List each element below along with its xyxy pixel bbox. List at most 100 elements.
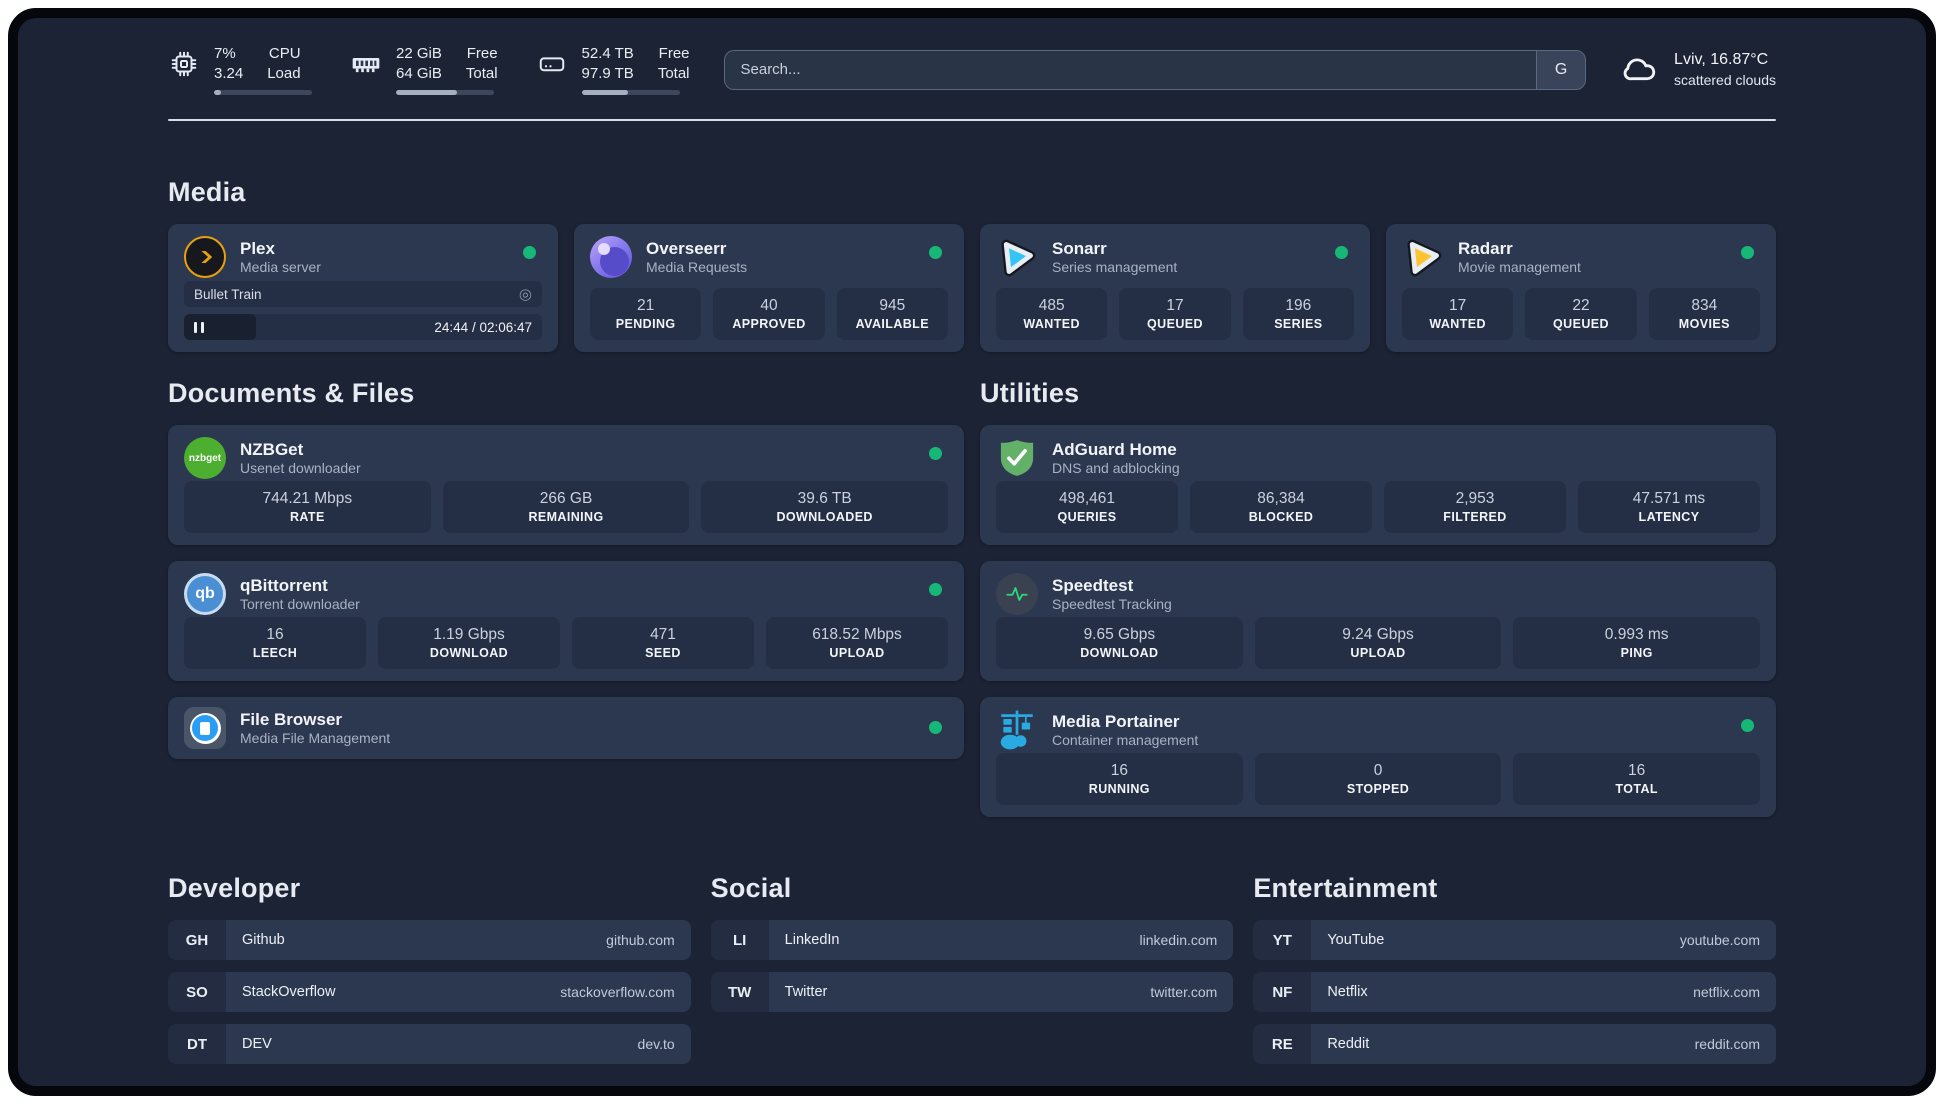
stat-label: DOWNLOAD [429,646,509,660]
link-tag: RE [1253,1024,1312,1064]
app-card-filebrowser[interactable]: File Browser Media File Management [168,697,964,759]
stat-value: 16 [266,626,284,643]
app-desc: Movie management [1458,258,1581,275]
link-row-reddit[interactable]: RE Reddit reddit.com [1253,1024,1776,1064]
app-card-portainer[interactable]: Media Portainer Container management 16 … [980,697,1776,817]
link-url: linkedin.com [1139,932,1218,948]
stat-tile: 86,384 BLOCKED [1190,481,1372,533]
stat-tile: 22 QUEUED [1525,288,1637,340]
link-name: DEV [242,1036,272,1052]
app-card-nzbget[interactable]: nzbget NZBGet Usenet downloader 744.21 M… [168,425,964,545]
stat-value: 47.571 ms [1632,490,1706,507]
nzbget-icon-text: nzbget [188,452,222,464]
app-card-speedtest[interactable]: Speedtest Speedtest Tracking 9.65 Gbps D… [980,561,1776,681]
target-icon[interactable]: ◎ [519,287,532,302]
stat-value: 196 [1285,297,1312,314]
ram-total: 64 GiB [396,64,442,82]
link-row-youtube[interactable]: YT YouTube youtube.com [1253,920,1776,960]
stat-value: 945 [879,297,906,314]
stat-label: PENDING [615,317,676,331]
developer-links-section: Developer GH Github github.com SO StackO… [168,817,691,1076]
link-row-stackoverflow[interactable]: SO StackOverflow stackoverflow.com [168,972,691,1012]
status-dot [929,721,942,734]
stat-value: 498,461 [1058,490,1116,507]
stat-label: QUEUED [1553,317,1609,331]
app-card-sonarr[interactable]: Sonarr Series management 485 WANTED 17 Q… [980,224,1370,352]
top-bar: 7% 3.24 CPU Load 22 GiB 64 GiB Free Tota… [18,18,1926,95]
app-desc: Media File Management [240,729,391,746]
link-name: LinkedIn [784,932,840,948]
section-title-utilities: Utilities [980,378,1080,408]
app-card-qbittorrent[interactable]: qb qBittorrent Torrent downloader 16 LEE… [168,561,964,681]
portainer-icon [996,709,1038,751]
link-tag: NF [1253,972,1312,1012]
disk-total-label: Total [657,64,690,82]
stat-tile: 1.19 Gbps DOWNLOAD [378,617,560,669]
link-url: netflix.com [1693,984,1760,1000]
stat-tile: 498,461 QUERIES [996,481,1178,533]
stat-value: 16 [1628,762,1646,779]
search-engine-button[interactable]: G [1536,49,1587,90]
stat-label: RUNNING [1088,782,1150,796]
section-title-documents: Documents & Files [168,378,415,408]
link-name: StackOverflow [242,984,336,1000]
stat-tile: 17 QUEUED [1119,288,1231,340]
app-name: Overseerr [646,238,727,258]
stat-tile: 39.6 TB DOWNLOADED [701,481,949,533]
app-card-radarr[interactable]: Radarr Movie management 17 WANTED 22 QUE… [1386,224,1776,352]
link-row-netflix[interactable]: NF Netflix netflix.com [1253,972,1776,1012]
stat-value: 471 [650,626,676,643]
app-card-adguard[interactable]: AdGuard Home DNS and adblocking 498,461 … [980,425,1776,545]
stat-tile: 945 AVAILABLE [836,288,948,340]
link-row-linkedin[interactable]: LI LinkedIn linkedin.com [710,920,1234,960]
stat-value: 40 [760,297,778,314]
stat-value: 16 [1110,762,1128,779]
stat-label: AVAILABLE [855,317,929,331]
stat-tile: 16 LEECH [184,617,366,669]
link-row-github[interactable]: GH Github github.com [168,920,691,960]
stat-tile: 485 WANTED [996,288,1108,340]
cpu-percent: 7% [214,45,236,62]
stat-value: 17 [1449,297,1467,314]
status-dot [1741,719,1754,732]
stat-label: BLOCKED [1248,510,1314,524]
stat-tile: 16 RUNNING [996,753,1243,805]
app-name: Radarr [1458,238,1513,258]
link-row-dev[interactable]: DT DEV dev.to [168,1024,691,1064]
link-url: dev.to [637,1036,675,1052]
stat-value: 22 [1572,297,1590,314]
stat-label: FILTERED [1443,510,1507,524]
app-card-overseerr[interactable]: Overseerr Media Requests 21 PENDING 40 A… [574,224,964,352]
stat-tile: 47.571 ms LATENCY [1578,481,1760,533]
stat-tile: 0.993 ms PING [1513,617,1761,669]
stat-value: 21 [637,297,655,314]
search-input[interactable] [723,49,1537,90]
app-desc: Container management [1052,731,1199,748]
stat-tile: 21 PENDING [590,288,702,340]
stat-label: UPLOAD [829,646,885,660]
stat-tile: 9.24 Gbps UPLOAD [1254,617,1502,669]
disk-stat: 52.4 TB 97.9 TB Free Total [536,44,690,95]
link-tag: GH [168,920,226,960]
pause-button[interactable] [194,321,204,333]
app-card-plex[interactable]: Plex Media server Bullet Train ◎ 24:44 /… [168,224,558,352]
app-name: qBittorrent [240,575,328,595]
stat-label: MOVIES [1678,317,1730,331]
stat-tile: 17 WANTED [1402,288,1514,340]
status-dot [929,583,942,596]
stat-value: 485 [1038,297,1065,314]
link-row-twitter[interactable]: TW Twitter twitter.com [710,972,1234,1012]
app-desc: Speedtest Tracking [1052,595,1172,612]
status-dot [1335,246,1348,259]
stat-value: 39.6 TB [797,490,852,507]
stat-tile: 266 GB REMAINING [442,481,690,533]
link-name: Netflix [1327,984,1368,1000]
link-url: github.com [606,932,675,948]
stat-label: RATE [289,510,325,524]
status-dot [929,246,942,259]
stat-tile: 40 APPROVED [713,288,825,340]
filebrowser-icon [184,707,226,749]
link-tag: DT [168,1024,226,1064]
stat-label: TOTAL [1615,782,1658,796]
plex-icon [184,236,226,278]
